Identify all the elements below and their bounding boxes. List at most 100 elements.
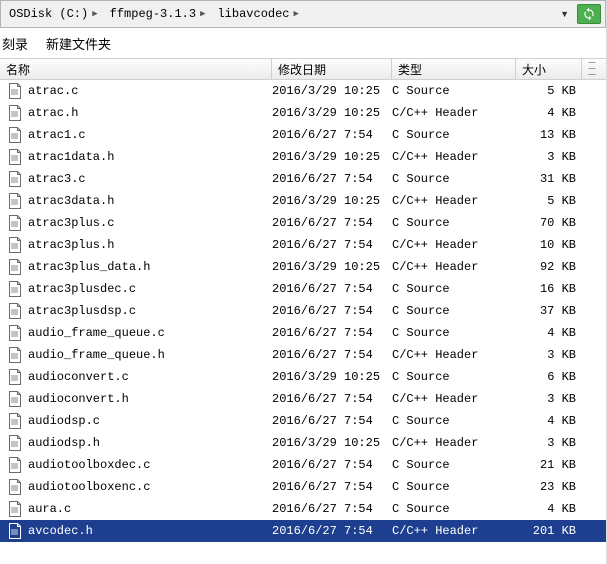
record-button[interactable]: 刻录 (2, 34, 28, 53)
table-row[interactable]: audioconvert.h2016/6/27 7:54C/C++ Header… (0, 388, 606, 410)
file-icon (8, 413, 22, 429)
table-row[interactable]: atrac3data.h2016/3/29 10:25C/C++ Header5… (0, 190, 606, 212)
file-date: 2016/3/29 10:25 (272, 84, 392, 98)
file-size: 37 KB (516, 304, 582, 318)
breadcrumb-item-1-label: ffmpeg-3.1.3 (110, 7, 196, 21)
breadcrumb-item-2-label: libavcodec (217, 7, 289, 21)
column-header-type[interactable]: 类型 (392, 59, 516, 79)
file-size: 21 KB (516, 458, 582, 472)
file-size: 4 KB (516, 106, 582, 120)
breadcrumb-item-2[interactable]: libavcodec ▶ (213, 5, 302, 23)
table-row[interactable]: atrac3plus.h2016/6/27 7:54C/C++ Header10… (0, 234, 606, 256)
file-date: 2016/3/29 10:25 (272, 436, 392, 450)
column-header-date[interactable]: 修改日期 (272, 59, 392, 79)
address-bar[interactable]: OSDisk (C:) ▶ ffmpeg-3.1.3 ▶ libavcodec … (0, 0, 606, 28)
file-size: 4 KB (516, 414, 582, 428)
file-size: 4 KB (516, 502, 582, 516)
column-header-name[interactable]: 名称 (0, 59, 272, 79)
file-size: 3 KB (516, 348, 582, 362)
file-size: 6 KB (516, 370, 582, 384)
file-name: atrac3plusdec.c (28, 282, 136, 296)
file-name: atrac.c (28, 84, 78, 98)
file-size: 13 KB (516, 128, 582, 142)
file-date: 2016/3/29 10:25 (272, 370, 392, 384)
file-name: audio_frame_queue.c (28, 326, 165, 340)
file-date: 2016/6/27 7:54 (272, 392, 392, 406)
table-row[interactable]: atrac1.c2016/6/27 7:54C Source13 KB (0, 124, 606, 146)
file-icon (8, 391, 22, 407)
table-row[interactable]: audio_frame_queue.h2016/6/27 7:54C/C++ H… (0, 344, 606, 366)
breadcrumb-item-1[interactable]: ffmpeg-3.1.3 ▶ (106, 5, 210, 23)
chevron-right-icon: ▶ (294, 9, 299, 19)
file-date: 2016/3/29 10:25 (272, 260, 392, 274)
chevron-right-icon: ▶ (200, 9, 205, 19)
table-row[interactable]: audiodsp.c2016/6/27 7:54C Source4 KB (0, 410, 606, 432)
file-size: 3 KB (516, 436, 582, 450)
file-type: C/C++ Header (392, 524, 516, 538)
table-row[interactable]: atrac3plus_data.h2016/3/29 10:25C/C++ He… (0, 256, 606, 278)
table-row[interactable]: atrac3.c2016/6/27 7:54C Source31 KB (0, 168, 606, 190)
table-row[interactable]: atrac.h2016/3/29 10:25C/C++ Header4 KB (0, 102, 606, 124)
table-row[interactable]: atrac3plusdec.c2016/6/27 7:54C Source16 … (0, 278, 606, 300)
file-name: aura.c (28, 502, 71, 516)
table-row[interactable]: atrac1data.h2016/3/29 10:25C/C++ Header3… (0, 146, 606, 168)
file-icon (8, 259, 22, 275)
file-icon (8, 435, 22, 451)
file-size: 4 KB (516, 326, 582, 340)
file-date: 2016/6/27 7:54 (272, 458, 392, 472)
file-type: C Source (392, 304, 516, 318)
file-size: 3 KB (516, 392, 582, 406)
refresh-icon (582, 7, 596, 21)
file-icon (8, 193, 22, 209)
file-name: atrac3plus.c (28, 216, 114, 230)
file-type: C Source (392, 172, 516, 186)
file-name: audiotoolboxdec.c (28, 458, 150, 472)
file-type: C/C++ Header (392, 238, 516, 252)
table-row[interactable]: audioconvert.c2016/3/29 10:25C Source6 K… (0, 366, 606, 388)
column-header-size[interactable]: 大小 (516, 59, 582, 79)
file-name: atrac3.c (28, 172, 86, 186)
file-type: C/C++ Header (392, 194, 516, 208)
file-date: 2016/6/27 7:54 (272, 502, 392, 516)
file-icon (8, 237, 22, 253)
table-row[interactable]: aura.c2016/6/27 7:54C Source4 KB (0, 498, 606, 520)
file-icon (8, 523, 22, 539)
file-list[interactable]: atrac.c2016/3/29 10:25C Source5 KBatrac.… (0, 80, 606, 542)
file-size: 23 KB (516, 480, 582, 494)
breadcrumb-root[interactable]: OSDisk (C:) ▶ (5, 5, 102, 23)
table-row[interactable]: audiotoolboxdec.c2016/6/27 7:54C Source2… (0, 454, 606, 476)
address-dropdown-icon[interactable]: ▼ (556, 9, 573, 19)
file-size: 92 KB (516, 260, 582, 274)
file-date: 2016/6/27 7:54 (272, 172, 392, 186)
file-type: C/C++ Header (392, 348, 516, 362)
table-row[interactable]: audiodsp.h2016/3/29 10:25C/C++ Header3 K… (0, 432, 606, 454)
file-name: avcodec.h (28, 524, 93, 538)
file-date: 2016/3/29 10:25 (272, 150, 392, 164)
refresh-button[interactable] (577, 4, 601, 24)
file-icon (8, 303, 22, 319)
table-row[interactable]: avcodec.h2016/6/27 7:54C/C++ Header201 K… (0, 520, 606, 542)
file-date: 2016/6/27 7:54 (272, 238, 392, 252)
file-type: C/C++ Header (392, 436, 516, 450)
file-name: atrac3plusdsp.c (28, 304, 136, 318)
column-header-row: 名称 修改日期 类型 大小 ——— (0, 58, 606, 80)
file-icon (8, 215, 22, 231)
file-date: 2016/6/27 7:54 (272, 348, 392, 362)
file-type: C/C++ Header (392, 392, 516, 406)
file-date: 2016/6/27 7:54 (272, 128, 392, 142)
table-row[interactable]: atrac.c 2016/3/29 10:25C Source5 KB (0, 80, 606, 102)
file-size: 5 KB (516, 194, 582, 208)
file-icon (8, 127, 22, 143)
new-folder-button[interactable]: 新建文件夹 (46, 34, 111, 53)
table-row[interactable]: audiotoolboxenc.c2016/6/27 7:54C Source2… (0, 476, 606, 498)
file-icon (8, 369, 22, 385)
table-row[interactable]: audio_frame_queue.c2016/6/27 7:54C Sourc… (0, 322, 606, 344)
table-row[interactable]: atrac3plusdsp.c2016/6/27 7:54C Source37 … (0, 300, 606, 322)
table-row[interactable]: atrac3plus.c2016/6/27 7:54C Source70 KB (0, 212, 606, 234)
file-icon (8, 501, 22, 517)
file-type: C Source (392, 84, 516, 98)
file-size: 5 KB (516, 84, 582, 98)
file-name: audioconvert.c (28, 370, 129, 384)
breadcrumb-root-label: OSDisk (C:) (9, 7, 88, 21)
toolbar: 刻录 新建文件夹 (0, 28, 606, 58)
